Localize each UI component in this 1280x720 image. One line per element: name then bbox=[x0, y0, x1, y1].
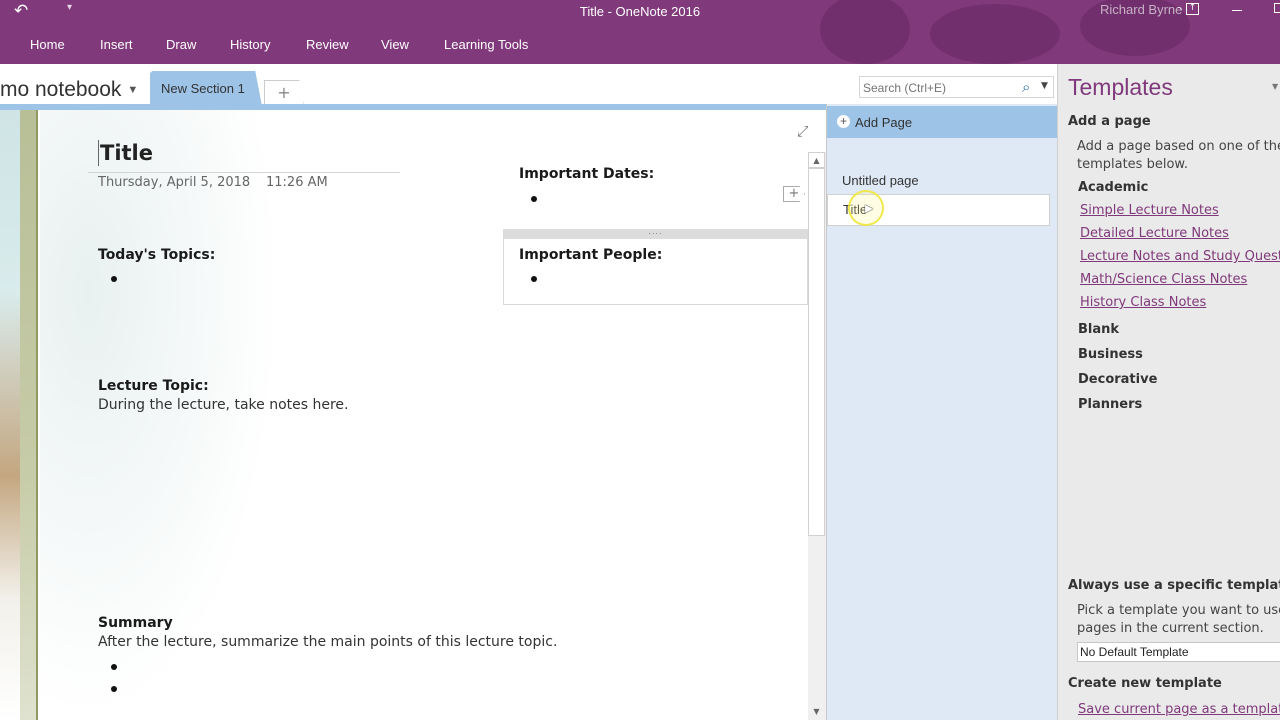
templates-pane: Templates ▼ Add a page Add a page based … bbox=[1057, 64, 1280, 720]
notebook-selector[interactable]: mo notebook ▼ bbox=[0, 78, 138, 102]
page-vertical-scrollbar[interactable]: ▲ ▼ bbox=[808, 152, 826, 720]
notebook-navigation-bar: mo notebook ▼ New Section 1 + ⌕ ▼ bbox=[0, 64, 1057, 106]
ribbon-display-options-icon[interactable]: ↑ bbox=[1186, 3, 1199, 15]
default-template-select[interactable]: No Default Template bbox=[1077, 642, 1280, 662]
tab-view[interactable]: View bbox=[381, 37, 409, 52]
important-people-container bbox=[503, 230, 808, 305]
decorative-background bbox=[1080, 0, 1190, 56]
tab-learning-tools[interactable]: Learning Tools bbox=[444, 37, 528, 52]
search-box[interactable]: ⌕ ▼ bbox=[859, 76, 1054, 98]
decorative-background bbox=[820, 0, 910, 64]
template-simple-lecture-notes[interactable]: Simple Lecture Notes bbox=[1080, 203, 1219, 218]
tab-review[interactable]: Review bbox=[306, 37, 349, 52]
bullet-point[interactable] bbox=[531, 196, 537, 202]
template-lecture-notes-study-questions[interactable]: Lecture Notes and Study Questions bbox=[1080, 249, 1280, 264]
scrollbar-thumb[interactable] bbox=[808, 168, 825, 536]
add-tag-icon[interactable]: + bbox=[783, 186, 805, 202]
tab-history[interactable]: History bbox=[230, 37, 270, 52]
add-page-description: Add a page based on one of the bbox=[1077, 139, 1280, 154]
template-detailed-lecture-notes[interactable]: Detailed Lecture Notes bbox=[1080, 226, 1229, 241]
bullet-point[interactable] bbox=[531, 276, 537, 282]
expand-page-icon[interactable]: ⤢ bbox=[797, 122, 808, 140]
template-history-class-notes[interactable]: History Class Notes bbox=[1080, 295, 1206, 310]
scroll-down-icon[interactable]: ▼ bbox=[808, 704, 825, 720]
minimize-icon[interactable] bbox=[1232, 10, 1242, 11]
search-scope-dropdown-icon[interactable]: ▼ bbox=[1041, 81, 1048, 91]
category-academic[interactable]: Academic bbox=[1078, 180, 1148, 195]
add-circle-icon: + bbox=[837, 115, 850, 128]
chevron-down-icon: ▼ bbox=[127, 84, 139, 97]
lecture-notes-text[interactable]: During the lecture, take notes here. bbox=[98, 397, 348, 413]
page-time: 11:26 AM bbox=[266, 175, 328, 190]
create-new-template-heading: Create new template bbox=[1068, 676, 1222, 691]
todays-topics-heading[interactable]: Today's Topics: bbox=[98, 247, 215, 263]
important-people-heading[interactable]: Important People: bbox=[519, 247, 662, 263]
tab-draw[interactable]: Draw bbox=[166, 37, 196, 52]
page-title[interactable]: Title bbox=[98, 140, 153, 166]
search-icon[interactable]: ⌕ bbox=[1022, 78, 1030, 96]
category-business[interactable]: Business bbox=[1078, 347, 1143, 362]
summary-heading[interactable]: Summary bbox=[98, 615, 173, 631]
page-background-bar bbox=[20, 110, 38, 720]
templates-title: Templates bbox=[1068, 74, 1173, 100]
lecture-topic-heading[interactable]: Lecture Topic: bbox=[98, 378, 209, 394]
maximize-icon[interactable] bbox=[1274, 3, 1280, 13]
category-planners[interactable]: Planners bbox=[1078, 397, 1142, 412]
notebook-name: mo notebook bbox=[0, 78, 122, 101]
tab-insert[interactable]: Insert bbox=[100, 37, 133, 52]
decorative-background bbox=[930, 4, 1060, 64]
bullet-point[interactable] bbox=[111, 664, 117, 670]
page-canvas[interactable]: Title Thursday, April 5, 2018 11:26 AM ⤢… bbox=[0, 110, 808, 720]
pick-template-description: Pick a template you want to use for bbox=[1077, 603, 1280, 618]
section-tab-new-section-1[interactable]: New Section 1 bbox=[150, 71, 262, 106]
pick-template-description-2: pages in the current section. bbox=[1077, 621, 1264, 636]
add-section-button[interactable]: + bbox=[264, 80, 304, 106]
add-page-description-2: templates below. bbox=[1077, 157, 1188, 172]
important-dates-heading[interactable]: Important Dates: bbox=[519, 166, 654, 182]
category-decorative[interactable]: Decorative bbox=[1078, 372, 1157, 387]
page-background-image bbox=[0, 110, 20, 720]
template-math-science-class-notes[interactable]: Math/Science Class Notes bbox=[1080, 272, 1247, 287]
summary-text[interactable]: After the lecture, summarize the main po… bbox=[98, 634, 557, 650]
title-divider bbox=[88, 172, 400, 173]
category-blank[interactable]: Blank bbox=[1078, 322, 1119, 337]
page-date: Thursday, April 5, 2018 bbox=[98, 175, 251, 190]
bullet-point[interactable] bbox=[111, 686, 117, 692]
bullet-point[interactable] bbox=[111, 276, 117, 282]
mouse-pointer-icon: ▸ bbox=[865, 198, 874, 217]
save-page-as-template-link[interactable]: Save current page as a template bbox=[1078, 702, 1280, 717]
add-a-page-heading: Add a page bbox=[1068, 114, 1151, 129]
ribbon-tabs: Home Insert Draw History Review View Lea… bbox=[0, 0, 1280, 64]
add-page-button[interactable]: + Add Page bbox=[827, 106, 1058, 138]
tab-home[interactable]: Home bbox=[30, 37, 65, 52]
pane-options-icon[interactable]: ▼ bbox=[1272, 82, 1278, 91]
add-page-label: Add Page bbox=[855, 115, 913, 130]
scrollbar-spacer bbox=[808, 110, 826, 152]
scroll-up-icon[interactable]: ▲ bbox=[808, 152, 825, 168]
always-use-template-heading: Always use a specific template bbox=[1068, 578, 1280, 593]
search-input[interactable] bbox=[863, 81, 1013, 95]
